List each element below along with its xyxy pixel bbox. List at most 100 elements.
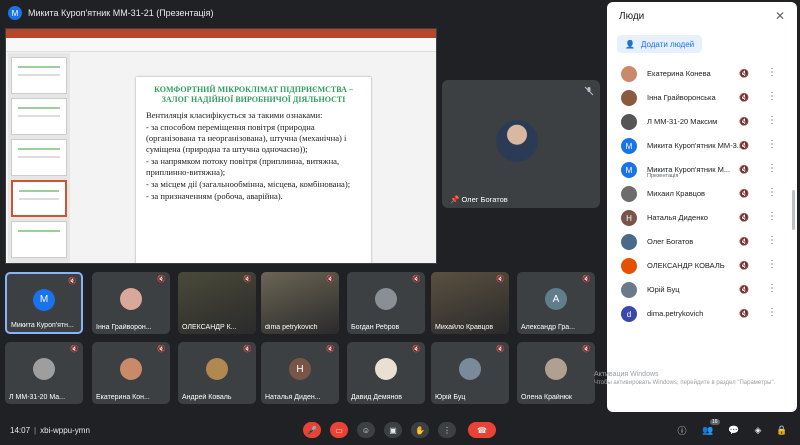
slide-thumbnail	[11, 57, 67, 94]
more-vert-icon[interactable]: ⋮	[767, 235, 777, 246]
participant-tile[interactable]: M 🔇 Микита Куроп'ятн...	[5, 272, 83, 334]
participant-tile[interactable]: 🔇 Олена Крайнюк	[517, 342, 595, 404]
more-vert-icon[interactable]: ⋮	[767, 115, 777, 126]
presenter-name: Микита Куроп'ятник ММ-31-21 (Презентація…	[28, 8, 214, 18]
add-people-button[interactable]: 👤 Додати людей	[617, 35, 703, 53]
more-vert-icon[interactable]: ⋮	[767, 139, 777, 150]
people-list-item[interactable]: Олег Богатов 🔇 ⋮	[607, 230, 797, 254]
participant-tile[interactable]: 🔇 Богдан Ребров	[347, 272, 425, 334]
slide-bullet: - за призначенням (робоча, аварійна).	[146, 191, 283, 201]
slide-body: Вентиляція класифікується за такими озна…	[146, 110, 361, 202]
info-icon: ⓘ	[677, 425, 687, 436]
host-controls-button[interactable]: 🔒	[776, 424, 788, 436]
mic-off-icon: 🔇	[326, 346, 335, 353]
more-vert-icon[interactable]: ⋮	[767, 163, 777, 174]
mic-off-icon: 🔇	[326, 276, 335, 283]
bottom-toolbar: 14:07 | xbi-wppu-ymn 🎤 ▭ ☺ ▣ ✋ ⋮ ☎ ⓘ 👥 16 …	[0, 415, 800, 445]
participant-tile[interactable]: H 🔇 Наталья Диден...	[261, 342, 339, 404]
more-options-button[interactable]: ⋮	[438, 422, 456, 438]
slide-bullet: - за способом переміщення повітря (приро…	[146, 122, 347, 154]
leave-call-button[interactable]: ☎	[468, 422, 496, 438]
participant-avatar: M	[621, 138, 637, 154]
participant-name: Богдан Ребров	[351, 324, 400, 331]
participant-photo	[621, 114, 637, 130]
people-list-item[interactable]: Михаил Кравцов 🔇 ⋮	[607, 182, 797, 206]
mic-off-icon	[584, 86, 594, 96]
participant-photo	[621, 186, 637, 202]
people-list-item[interactable]: M Микита Куроп'ятник М... Презентація 🔇 ⋮	[607, 158, 797, 182]
participant-name: Інна Грайворон...	[96, 324, 152, 331]
people-list-item[interactable]: Юрій Буц 🔇 ⋮	[607, 278, 797, 302]
more-vert-icon[interactable]: ⋮	[767, 259, 777, 270]
participant-avatar: H	[289, 358, 311, 381]
slide-thumbnails	[8, 53, 70, 263]
people-list-item[interactable]: Л ММ-31-20 Максим 🔇 ⋮	[607, 110, 797, 134]
present-button[interactable]: ▣	[384, 422, 402, 438]
featured-participant-tile[interactable]: 📌 Олег Богатов	[442, 80, 600, 208]
info-button[interactable]: ⓘ	[676, 424, 688, 436]
participant-tile[interactable]: 🔇 dima petrykovich	[261, 272, 339, 334]
slide-thumbnail-active	[11, 180, 67, 217]
more-vert-icon[interactable]: ⋮	[767, 67, 777, 78]
participant-photo	[459, 358, 481, 381]
participant-subtitle: Презентація	[647, 173, 679, 179]
participant-tile[interactable]: 🔇 ОЛЕКСАНДР К...	[178, 272, 256, 334]
meeting-info: 14:07 | xbi-wppu-ymn	[10, 425, 90, 435]
people-list-item[interactable]: d dima.petrykovich 🔇 ⋮	[607, 302, 797, 326]
more-vert-icon: ⋮	[443, 425, 451, 435]
close-panel-button[interactable]: ✕	[775, 9, 785, 23]
participant-photo	[545, 358, 567, 381]
participant-tile[interactable]: 🔇 Давид Демянов	[347, 342, 425, 404]
people-list-item[interactable]: ОЛЕКСАНДР КОВАЛЬ 🔇 ⋮	[607, 254, 797, 278]
participant-tile[interactable]: 🔇 Юрій Буц	[431, 342, 509, 404]
mic-off-icon: 🔇	[243, 346, 252, 353]
people-list-item[interactable]: M Микита Куроп'ятник ММ-3... 🔇 ⋮	[607, 134, 797, 158]
participant-tile[interactable]: A 🔇 Александр Гра...	[517, 272, 595, 334]
mic-off-icon: 🔇	[739, 141, 749, 150]
participant-tile[interactable]: 🔇 Інна Грайворон...	[92, 272, 170, 334]
people-list: Екатерина Конева 🔇 ⋮ Інна Грайворонська 🔇 ⋮ Л …	[607, 62, 797, 326]
more-vert-icon[interactable]: ⋮	[767, 307, 777, 318]
raise-hand-button[interactable]: ✋	[411, 422, 429, 438]
participant-name: Олег Богатов	[647, 237, 694, 246]
activities-button[interactable]: ◈	[752, 424, 764, 436]
mic-off-icon: 🔇	[68, 278, 77, 285]
people-list-item[interactable]: H Наталья Диденко 🔇 ⋮	[607, 206, 797, 230]
mic-toggle-button[interactable]: 🎤	[303, 422, 321, 438]
people-list-item[interactable]: Екатерина Конева 🔇 ⋮	[607, 62, 797, 86]
hang-up-icon: ☎	[477, 425, 487, 435]
more-vert-icon[interactable]: ⋮	[767, 91, 777, 102]
add-people-label: Додати людей	[640, 39, 695, 49]
participant-name: Інна Грайворонська	[647, 93, 716, 102]
participant-tile[interactable]: 🔇 Л ММ-31-20 Ма...	[5, 342, 83, 404]
participant-name: Екатерина Конева	[647, 69, 711, 78]
participant-tile[interactable]: 🔇 Екатерина Кон...	[92, 342, 170, 404]
activation-text: Чтобы активировать Windows, перейдите в …	[594, 380, 776, 386]
presentation-screen[interactable]: КОМФОРТНИЙ МІКРОКЛІМАТ ПІДПРИЄМСТВА – ЗА…	[5, 28, 437, 264]
people-list-item[interactable]: Інна Грайворонська 🔇 ⋮	[607, 86, 797, 110]
more-vert-icon[interactable]: ⋮	[767, 283, 777, 294]
participant-name: Юрій Буц	[435, 394, 466, 401]
participant-avatar: H	[621, 210, 637, 226]
more-vert-icon[interactable]: ⋮	[767, 211, 777, 222]
mic-off-icon: 🔇	[739, 213, 749, 222]
participant-tile[interactable]: 🔇 Андрей Коваль	[178, 342, 256, 404]
participant-name: Наталья Диден...	[265, 394, 321, 401]
participant-photo	[621, 258, 637, 274]
participant-name: Андрей Коваль	[182, 394, 232, 401]
participant-name: Микита Куроп'ятн...	[11, 322, 74, 329]
windows-activation-watermark: Активация Windows Чтобы активировать Win…	[594, 371, 794, 387]
people-list-scrollbar[interactable]	[792, 190, 795, 230]
chat-button[interactable]: 💬	[728, 424, 740, 436]
mic-off-icon: 🔇	[739, 237, 749, 246]
participant-tile[interactable]: 🔇 Михайло Кравцов	[431, 272, 509, 334]
more-vert-icon[interactable]: ⋮	[767, 187, 777, 198]
participant-photo	[375, 288, 397, 311]
participant-photo	[120, 358, 142, 381]
people-button[interactable]: 👥	[702, 424, 714, 436]
presenter-avatar: M	[8, 6, 22, 20]
captions-button[interactable]: ☺	[357, 422, 375, 438]
camera-toggle-button[interactable]: ▭	[330, 422, 348, 438]
activation-title: Активация Windows	[594, 371, 659, 378]
person-add-icon: 👤	[625, 39, 635, 49]
